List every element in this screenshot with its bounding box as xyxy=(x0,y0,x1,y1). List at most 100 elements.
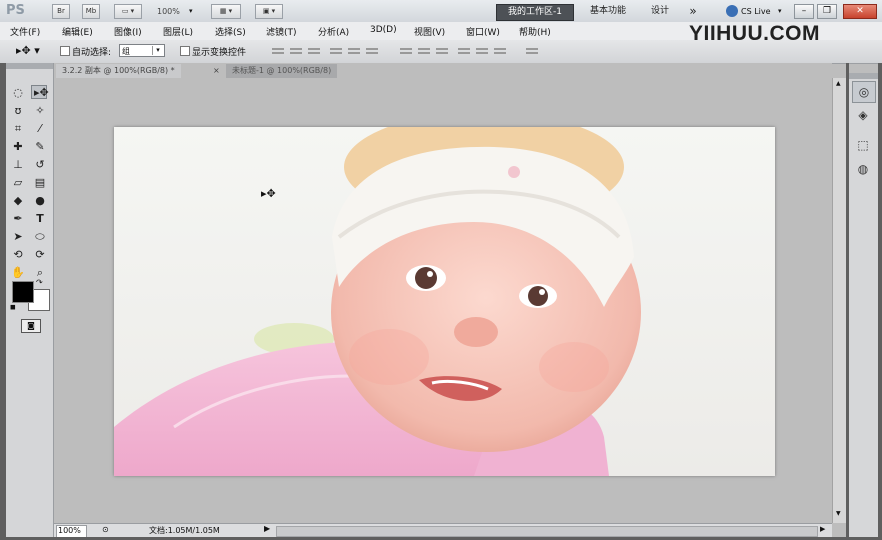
lasso-icon[interactable]: ʊ xyxy=(9,103,27,119)
status-icon[interactable]: ⊙ xyxy=(102,525,109,534)
3d-panel-icon[interactable]: ◍ xyxy=(852,159,874,179)
menu-filter[interactable]: 滤镜(T) xyxy=(266,25,297,38)
vertical-scrollbar[interactable]: ▲ ▼ xyxy=(832,78,847,523)
tools-panel: ◌ ▸✥ ʊ ✧ ⌗ ⁄ ✚ ✎ ⊥ ↺ ▱ ▤ ◆ ● ✒ T ➤ ⬭ ⟲ ⟳… xyxy=(6,63,54,540)
auto-select-checkbox[interactable] xyxy=(60,46,70,56)
workspace-my-workspace[interactable]: 我的工作区-1 xyxy=(496,4,574,21)
blur-icon[interactable]: ◆ xyxy=(9,193,27,209)
app-logo: PS xyxy=(6,3,25,18)
scroll-down-icon[interactable]: ▼ xyxy=(836,510,841,517)
path-select-icon[interactable]: ➤ xyxy=(9,229,27,245)
brush-icon[interactable]: ✎ xyxy=(31,139,49,155)
align-right-icon[interactable] xyxy=(366,46,378,56)
menu-select[interactable]: 选择(S) xyxy=(215,25,246,38)
show-transform-checkbox[interactable] xyxy=(180,46,190,56)
status-doc-size: 文档:1.05M/1.05M xyxy=(149,526,220,535)
zoom-level[interactable]: 100% xyxy=(157,7,180,16)
menu-file[interactable]: 文件(F) xyxy=(10,25,40,38)
distribute-hcenter-icon[interactable] xyxy=(476,46,488,56)
transform-icon[interactable]: ⬚ xyxy=(852,135,874,155)
3d-orbit-icon[interactable]: ⟳ xyxy=(31,247,49,263)
status-bar: 100% ⊙ 文档:1.05M/1.05M ▶ ▶ xyxy=(54,523,832,538)
pen-icon[interactable]: ✒ xyxy=(9,211,27,227)
distribute-bottom-icon[interactable] xyxy=(436,46,448,56)
align-bottom-icon[interactable] xyxy=(308,46,320,56)
quick-mask-icon[interactable]: ◙ xyxy=(21,319,41,333)
tab-close-icon[interactable]: × xyxy=(213,66,220,75)
align-left-icon[interactable] xyxy=(330,46,342,56)
foreground-color-swatch[interactable] xyxy=(12,281,34,303)
workspace-essentials[interactable]: 基本功能 xyxy=(582,4,634,19)
cs-live-icon xyxy=(726,5,738,17)
swap-colors-icon[interactable]: ↷ xyxy=(36,278,43,287)
move-icon[interactable]: ▸✥ xyxy=(31,85,49,99)
dodge-icon[interactable]: ● xyxy=(31,193,49,209)
auto-select-dropdown[interactable]: 组 ▾ xyxy=(119,44,165,57)
workspace-design[interactable]: 设计 xyxy=(644,4,676,19)
distribute-vcenter-icon[interactable] xyxy=(418,46,430,56)
minimize-button[interactable]: – xyxy=(794,4,814,19)
eyedropper-icon[interactable]: ⁄ xyxy=(31,121,49,137)
title-bar: PS Br Mb ▭ ▾ 100% ▾ ▦ ▾ ▣ ▾ 我的工作区-1 基本功能… xyxy=(0,0,882,23)
marquee-icon[interactable]: ◌ xyxy=(9,85,27,101)
screen-mode-button[interactable]: ▣ ▾ xyxy=(255,4,283,19)
options-bar: ▸✥ ▾ 自动选择: 组 ▾ 显示变换控件 xyxy=(0,40,882,64)
tab-doc-copy[interactable]: 3.2.2 副本 @ 100%(RGB/8) * xyxy=(56,64,181,78)
eraser-icon[interactable]: ▱ xyxy=(9,175,27,191)
gradient-icon[interactable]: ▤ xyxy=(31,175,49,191)
view-extras-button[interactable]: ▭ ▾ xyxy=(114,4,142,19)
menu-layer[interactable]: 图层(L) xyxy=(163,25,193,38)
distribute-top-icon[interactable] xyxy=(400,46,412,56)
history-brush-icon[interactable]: ↺ xyxy=(31,157,49,173)
auto-align-icon[interactable] xyxy=(526,46,538,56)
distribute-left-icon[interactable] xyxy=(458,46,470,56)
default-colors-icon[interactable]: ◼ xyxy=(10,303,16,311)
canvas-image[interactable]: ▸✥ xyxy=(114,127,775,476)
right-window-edge xyxy=(878,63,882,540)
zoom-dropdown-icon[interactable]: ▾ xyxy=(189,7,193,15)
auto-select-label: 自动选择: xyxy=(72,48,112,58)
tab-untitled[interactable]: 未标题-1 @ 100%(RGB/8) xyxy=(226,64,338,78)
scroll-up-icon[interactable]: ▲ xyxy=(836,80,841,87)
tools-panel-header[interactable] xyxy=(6,63,53,69)
scroll-right-icon[interactable]: ▶ xyxy=(820,525,825,533)
type-icon[interactable]: T xyxy=(31,211,49,227)
align-top-icon[interactable] xyxy=(272,46,284,56)
align-hcenter-icon[interactable] xyxy=(348,46,360,56)
more-workspaces-button[interactable]: » xyxy=(684,4,702,19)
chevron-down-icon: ▾ xyxy=(152,46,163,55)
tool-preset-picker[interactable]: ▸✥ ▾ xyxy=(16,44,40,57)
distribute-right-icon[interactable] xyxy=(494,46,506,56)
navigator-icon[interactable]: ◎ xyxy=(852,81,876,103)
menu-edit[interactable]: 编辑(E) xyxy=(62,25,93,38)
crop-icon[interactable]: ⌗ xyxy=(9,121,27,137)
restore-button[interactable]: ❐ xyxy=(817,4,837,19)
shape-icon[interactable]: ⬭ xyxy=(31,229,49,245)
status-menu-arrow[interactable]: ▶ xyxy=(264,524,270,533)
panel-dock-header[interactable] xyxy=(849,73,878,79)
mini-bridge-button[interactable]: Mb xyxy=(82,4,100,19)
horizontal-scrollbar[interactable] xyxy=(276,526,818,537)
menu-help[interactable]: 帮助(H) xyxy=(519,25,551,38)
menu-analysis[interactable]: 分析(A) xyxy=(318,25,349,38)
bridge-button[interactable]: Br xyxy=(52,4,70,19)
move-cursor-icon: ▸✥ xyxy=(261,187,276,200)
menu-3d[interactable]: 3D(D) xyxy=(370,25,397,35)
cs-live-button[interactable]: CS Live xyxy=(741,7,771,16)
healing-brush-icon[interactable]: ✚ xyxy=(9,139,27,155)
magic-wand-icon[interactable]: ✧ xyxy=(31,103,49,119)
menu-image[interactable]: 图像(I) xyxy=(114,25,142,38)
auto-select-value: 组 xyxy=(122,47,130,56)
3d-rotate-icon[interactable]: ⟲ xyxy=(9,247,27,263)
layers-icon[interactable]: ◈ xyxy=(852,105,874,125)
menu-window[interactable]: 窗口(W) xyxy=(466,25,500,38)
close-button[interactable]: ✕ xyxy=(843,4,877,19)
align-vcenter-icon[interactable] xyxy=(290,46,302,56)
clone-stamp-icon[interactable]: ⊥ xyxy=(9,157,27,173)
cs-live-dropdown-icon[interactable]: ▾ xyxy=(778,7,782,15)
panel-dock: ◎ ◈ ⬚ ◍ xyxy=(849,73,878,540)
arrange-documents-button[interactable]: ▦ ▾ xyxy=(211,4,241,19)
menu-view[interactable]: 视图(V) xyxy=(414,25,445,38)
show-transform-label: 显示变换控件 xyxy=(192,48,247,58)
hand-icon[interactable]: ✋ xyxy=(9,265,27,281)
